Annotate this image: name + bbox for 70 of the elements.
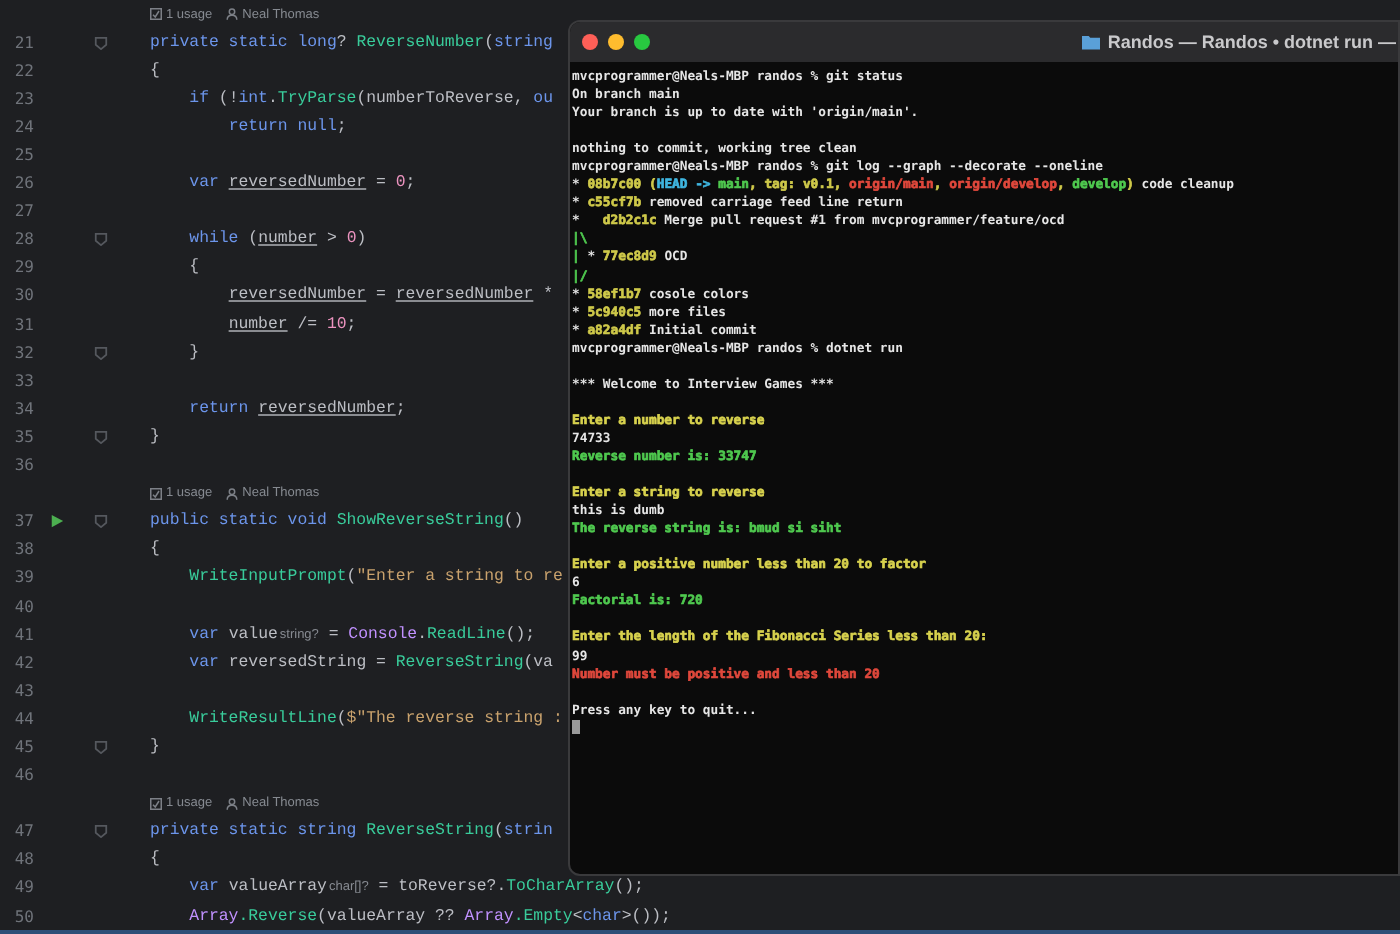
line-number: 42 (14, 653, 34, 672)
line-number: 46 (14, 766, 34, 785)
fold-icon[interactable] (94, 514, 108, 529)
usage-icon (150, 797, 162, 810)
code-line: private static long? ReverseNumber(string (150, 33, 553, 52)
line-number: 37 (14, 512, 34, 531)
line-number: 43 (14, 681, 34, 700)
usage-icon (150, 8, 162, 21)
code-line: { (150, 61, 160, 80)
line-number: 41 (14, 625, 34, 644)
line-number: 40 (14, 597, 34, 616)
code-line: private static string ReverseString(strin (150, 822, 553, 841)
line-number: 36 (14, 456, 34, 475)
line-number: 21 (14, 33, 34, 52)
code-line: Array.Reverse(valueArray ?? Array.Empty<char>()); (187, 907, 671, 926)
play-icon[interactable] (50, 514, 64, 529)
code-line: { (150, 540, 160, 559)
window-title: Randos — Randos • dotnet run — (1107, 32, 1396, 52)
zoom-button[interactable] (634, 34, 650, 50)
fold-icon[interactable] (94, 824, 108, 839)
line-number: 29 (14, 258, 34, 277)
line-number: 27 (14, 202, 34, 221)
line-number: 28 (14, 230, 34, 249)
code-line: WriteResultLine($"The reverse string : (187, 709, 563, 728)
line-number: 35 (14, 427, 34, 446)
fold-icon[interactable] (94, 429, 108, 444)
fold-icon[interactable] (94, 232, 108, 247)
code-line: } (187, 343, 200, 362)
line-number: 24 (14, 117, 34, 136)
line-number: 23 (14, 89, 34, 108)
code-line: while (number > 0) (187, 230, 367, 249)
code-line: WriteInputPrompt("Enter a string to re (187, 568, 563, 587)
line-number: 32 (14, 343, 34, 362)
line-number: 47 (14, 822, 34, 841)
line-number: 48 (14, 850, 34, 869)
line-number: 31 (14, 315, 34, 334)
folder-icon (1081, 34, 1100, 50)
code-line: return null; (226, 117, 347, 136)
line-number: 44 (14, 709, 34, 728)
line-number: 34 (14, 399, 34, 418)
code-line: { (187, 258, 200, 277)
person-icon (226, 797, 239, 810)
code-line: return reversedNumber; (187, 399, 406, 418)
code-line: public static void ShowReverseString() (150, 512, 524, 531)
line-number: 26 (14, 174, 34, 193)
person-icon (226, 487, 239, 500)
fold-icon[interactable] (94, 35, 108, 50)
line-number: 25 (14, 146, 34, 165)
code-line: reversedNumber = reversedNumber * (226, 286, 553, 305)
fold-icon[interactable] (94, 345, 108, 360)
line-number: 38 (14, 540, 34, 559)
code-line: var reversedNumber = 0; (187, 174, 416, 193)
person-icon (226, 8, 239, 21)
code-line: var reversedString = ReverseString(va (187, 653, 553, 672)
usage-icon (150, 487, 162, 500)
code-line: { (150, 850, 160, 869)
line-number: 39 (14, 568, 34, 587)
code-line: } (150, 427, 160, 446)
line-number: 22 (14, 61, 34, 80)
minimize-button[interactable] (608, 34, 624, 50)
line-number: 49 (14, 878, 34, 897)
line-number: 50 (14, 907, 34, 926)
line-number: 45 (14, 737, 34, 756)
line-number: 30 (14, 286, 34, 305)
code-line: if (!int.TryParse(numberToReverse, ou (187, 89, 553, 108)
line-number: 33 (14, 371, 34, 390)
fold-icon[interactable] (94, 739, 108, 754)
code-line: } (150, 737, 160, 756)
code-line: number /= 10; (226, 315, 357, 334)
close-button[interactable] (582, 34, 598, 50)
